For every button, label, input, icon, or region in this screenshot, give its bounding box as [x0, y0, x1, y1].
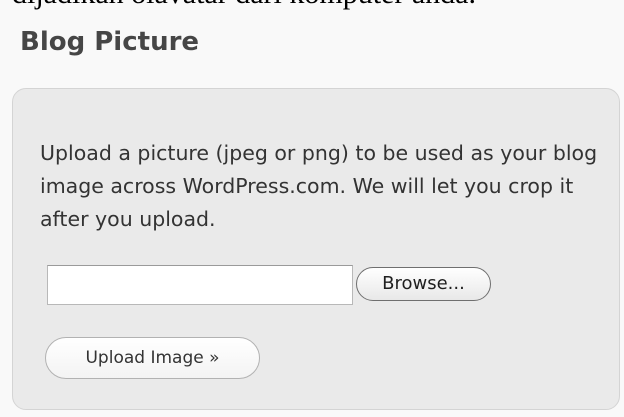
upload-image-button[interactable]: Upload Image » [45, 337, 260, 379]
browse-button[interactable]: Browse... [356, 267, 491, 301]
section-title: Blog Picture [20, 27, 200, 57]
cropped-top-text: dijadikan olavatar dari komputer anda. [12, 0, 476, 14]
upload-description: Upload a picture (jpeg or png) to be use… [40, 141, 598, 231]
file-path-field[interactable] [47, 265, 353, 305]
blog-picture-panel: Upload a picture (jpeg or png) to be use… [12, 88, 620, 410]
